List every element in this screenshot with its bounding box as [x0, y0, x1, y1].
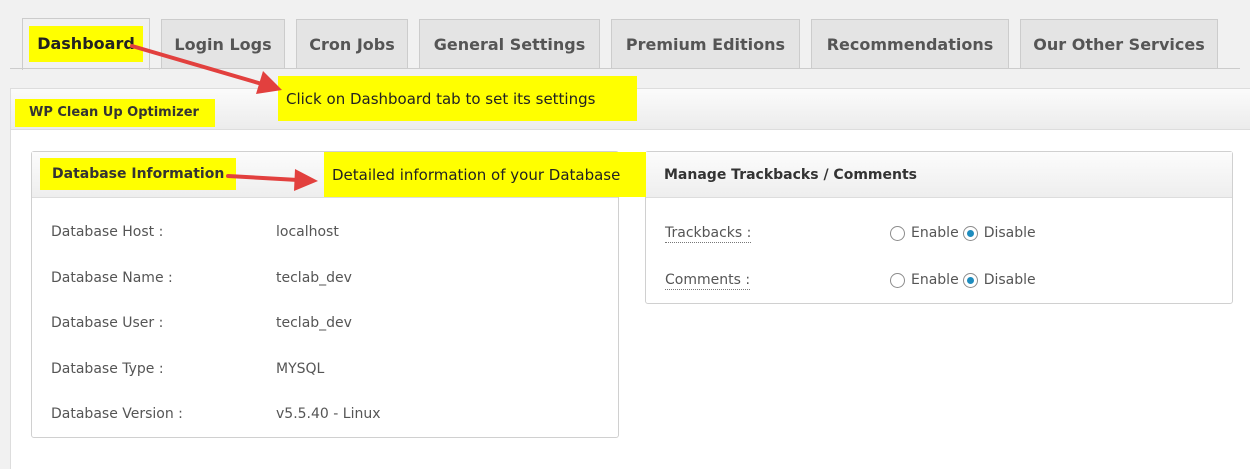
comments-disable-radio[interactable] [962, 272, 978, 288]
database-information-title: Database Information [40, 158, 237, 190]
database-name-value: teclab_dev [276, 270, 352, 286]
trackbacks-enable-label[interactable]: Enable [911, 225, 959, 241]
tab-premium-editions-label: Premium Editions [625, 35, 786, 54]
database-host-label: Database Host : [51, 224, 164, 240]
tab-login-logs-label: Login Logs [174, 35, 272, 54]
database-host-value: localhost [276, 224, 339, 240]
trackbacks-radio-group: Enable Disable [890, 223, 1040, 243]
dashboard-callout: Click on Dashboard tab to set its settin… [278, 76, 637, 121]
trackbacks-disable-label[interactable]: Disable [984, 225, 1036, 241]
database-callout-text: Detailed information of your Database [332, 165, 621, 184]
tab-premium-editions[interactable]: Premium Editions [611, 19, 800, 69]
comments-enable-label[interactable]: Enable [911, 272, 959, 288]
panel-title: WP Clean Up Optimizer [15, 99, 215, 127]
tab-dashboard[interactable]: Dashboard [22, 18, 150, 70]
dashboard-callout-text: Click on Dashboard tab to set its settin… [286, 89, 596, 108]
comments-enable-radio[interactable] [890, 272, 905, 288]
trackbacks-disable-radio[interactable] [962, 225, 978, 241]
tab-our-other-services-label: Our Other Services [1033, 35, 1205, 54]
tab-cron-jobs[interactable]: Cron Jobs [296, 19, 408, 69]
tab-general-settings-label: General Settings [433, 35, 586, 54]
tab-dashboard-label: Dashboard [29, 26, 143, 62]
database-version-label: Database Version : [51, 406, 183, 422]
tab-our-other-services[interactable]: Our Other Services [1020, 19, 1218, 69]
tab-cron-jobs-label: Cron Jobs [309, 35, 395, 54]
database-callout: Detailed information of your Database [324, 152, 646, 197]
database-user-value: teclab_dev [276, 315, 352, 331]
plugin-panel: WP Clean Up Optimizer Database Informati… [10, 88, 1250, 469]
tab-recommendations[interactable]: Recommendations [811, 19, 1009, 69]
comments-disable-label[interactable]: Disable [984, 272, 1036, 288]
tab-underline [10, 68, 1240, 69]
tab-bar: Dashboard Login Logs Cron Jobs General S… [0, 0, 1250, 70]
manage-trackbacks-comments-box: Manage Trackbacks / Comments Trackbacks … [645, 151, 1233, 304]
database-type-value: MYSQL [276, 361, 325, 377]
database-version-value: v5.5.40 - Linux [276, 406, 381, 422]
database-user-label: Database User : [51, 315, 164, 331]
database-name-label: Database Name : [51, 270, 173, 286]
database-type-label: Database Type : [51, 361, 164, 377]
tab-login-logs[interactable]: Login Logs [161, 19, 285, 69]
comments-radio-group: Enable Disable [890, 270, 1040, 290]
manage-trackbacks-comments-header: Manage Trackbacks / Comments [646, 152, 1232, 198]
tab-recommendations-label: Recommendations [826, 35, 994, 54]
trackbacks-label[interactable]: Trackbacks : [665, 224, 752, 243]
tab-general-settings[interactable]: General Settings [419, 19, 600, 69]
trackbacks-enable-radio[interactable] [890, 225, 905, 241]
comments-label[interactable]: Comments : [665, 271, 751, 290]
manage-trackbacks-comments-title: Manage Trackbacks / Comments [664, 167, 917, 183]
